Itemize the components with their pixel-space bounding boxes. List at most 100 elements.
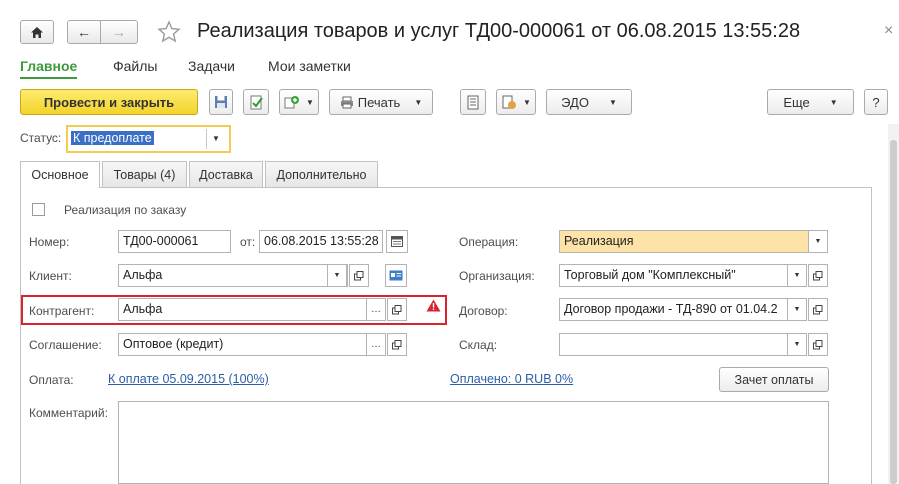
chevron-down-icon[interactable]: ▼ (212, 134, 220, 143)
status-divider (206, 129, 207, 149)
counterparty-select-button[interactable]: … (366, 298, 386, 321)
counterparty-label: Контрагент: (29, 304, 95, 318)
chevron-down-icon: ▼ (608, 97, 617, 107)
number-field[interactable]: ТД00-000061 (118, 230, 231, 253)
client-label: Клиент: (29, 269, 72, 283)
counterparty-open-button[interactable] (387, 298, 407, 321)
organization-label: Организация: (459, 269, 535, 283)
chevron-down-icon: ▼ (829, 97, 838, 107)
counterparty-field[interactable]: Альфа (118, 298, 368, 321)
chevron-down-icon: ▼ (793, 341, 801, 348)
chevron-down-icon: ▼ (333, 272, 341, 279)
warehouse-label: Склад: (459, 338, 498, 352)
ellipsis-icon: … (371, 304, 381, 315)
nav-tab-notes[interactable]: Мои заметки (268, 58, 351, 74)
home-icon (31, 26, 43, 38)
scrollbar-thumb[interactable] (890, 140, 897, 484)
open-form-icon (813, 339, 823, 349)
post-button[interactable] (243, 89, 269, 115)
print-label: Печать (357, 94, 401, 110)
open-form-icon (392, 304, 402, 314)
operation-dropdown[interactable]: ▼ (808, 230, 828, 253)
close-icon[interactable]: × (884, 22, 893, 40)
nav-tab-main[interactable]: Главное (20, 58, 78, 79)
warehouse-field[interactable] (559, 333, 789, 356)
nav-tab-files[interactable]: Файлы (113, 58, 157, 74)
active-tab-joint (21, 186, 99, 188)
by-order-label: Реализация по заказу (64, 203, 187, 217)
ellipsis-icon: … (371, 339, 381, 350)
open-form-icon (813, 304, 823, 314)
client-field[interactable]: Альфа (118, 264, 348, 287)
comment-label: Комментарий: (29, 406, 108, 420)
organization-open-button[interactable] (808, 264, 828, 287)
payment-link[interactable]: К оплате 05.09.2015 (100%) (108, 372, 269, 386)
printer-icon (340, 96, 353, 108)
warning-icon (426, 299, 441, 315)
status-label: Статус: (20, 131, 62, 145)
number-label: Номер: (29, 235, 70, 249)
client-open-button[interactable] (349, 264, 369, 287)
operation-field[interactable]: Реализация (559, 230, 809, 253)
contract-label: Договор: (459, 304, 508, 318)
tab-delivery[interactable]: Доставка (189, 161, 263, 187)
contract-open-button[interactable] (808, 298, 828, 321)
contract-dropdown[interactable]: ▼ (787, 298, 807, 321)
date-label: от: (240, 235, 256, 249)
payment-label: Оплата: (29, 373, 74, 387)
nav-tab-tasks[interactable]: Задачи (188, 58, 235, 74)
paid-link[interactable]: Оплачено: 0 RUB 0% (450, 372, 573, 386)
edo-button[interactable]: ЭДО ▼ (546, 89, 632, 115)
open-form-icon (813, 270, 823, 280)
arrow-right-icon: → (112, 24, 126, 40)
more-label: Еще (783, 94, 810, 110)
warehouse-dropdown[interactable]: ▼ (787, 333, 807, 356)
save-button[interactable] (209, 89, 233, 115)
document-attachment-icon (502, 95, 517, 109)
home-button[interactable] (20, 20, 54, 44)
agreement-field[interactable]: Оптовое (кредит) (118, 333, 368, 356)
chevron-down-icon: ▼ (306, 97, 314, 107)
organization-dropdown[interactable]: ▼ (787, 264, 807, 287)
attachments-button[interactable]: ▼ (496, 89, 536, 115)
open-form-icon (392, 339, 402, 349)
contract-field[interactable]: Договор продажи - ТД-890 от 01.04.2 (559, 298, 789, 321)
agreement-label: Соглашение: (29, 338, 102, 352)
payment-offset-button[interactable]: Зачет оплаты (719, 367, 829, 392)
post-and-close-button[interactable]: Провести и закрыть (20, 89, 198, 115)
agreement-open-button[interactable] (387, 333, 407, 356)
help-button[interactable]: ? (864, 89, 888, 115)
tab-additional[interactable]: Дополнительно (265, 161, 378, 187)
forward-button[interactable]: → (100, 20, 138, 44)
calendar-button[interactable] (386, 230, 408, 253)
id-card-icon (389, 270, 403, 281)
journal-button[interactable] (460, 89, 486, 115)
chevron-down-icon: ▼ (523, 97, 531, 107)
more-button[interactable]: Еще ▼ (767, 89, 854, 115)
warehouse-open-button[interactable] (808, 333, 828, 356)
chevron-down-icon: ▼ (793, 306, 801, 313)
tab-goods[interactable]: Товары (4) (102, 161, 187, 187)
edo-label: ЭДО (561, 94, 589, 110)
chevron-down-icon: ▼ (793, 272, 801, 279)
date-field[interactable]: 06.08.2015 13:55:28 (259, 230, 383, 253)
client-dropdown[interactable]: ▼ (327, 264, 347, 287)
chevron-down-icon: ▼ (414, 97, 423, 107)
operation-label: Операция: (459, 235, 519, 249)
floppy-disk-icon (215, 96, 227, 108)
organization-field[interactable]: Торговый дом "Комплексный" (559, 264, 789, 287)
by-order-checkbox[interactable] (32, 203, 45, 216)
create-based-on-button[interactable]: ▼ (279, 89, 319, 115)
document-list-icon (467, 95, 479, 109)
arrow-left-icon: ← (77, 24, 91, 40)
chevron-down-icon: ▼ (814, 238, 822, 245)
window-title: Реализация товаров и услуг ТД00-000061 о… (197, 20, 801, 42)
comment-field[interactable] (118, 401, 829, 484)
favorite-star-icon[interactable] (157, 20, 181, 47)
print-button[interactable]: Печать ▼ (329, 89, 433, 115)
client-card-button[interactable] (385, 264, 407, 287)
status-value: К предоплате (71, 131, 154, 145)
back-button[interactable]: ← (67, 20, 101, 44)
tab-main[interactable]: Основное (20, 161, 100, 188)
agreement-select-button[interactable]: … (366, 333, 386, 356)
